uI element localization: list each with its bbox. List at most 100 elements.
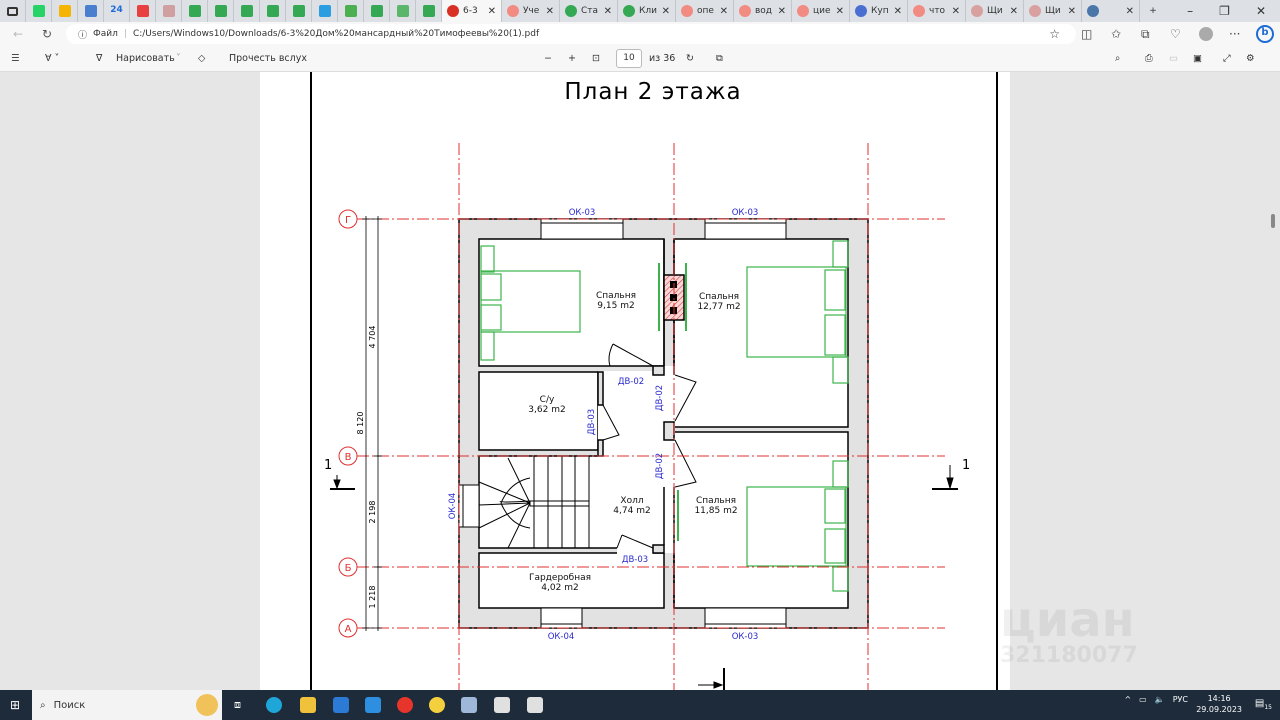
tab[interactable]: вод ✕ [734,0,792,22]
save-icon[interactable]: ▭ [1169,53,1178,64]
close-tab-icon[interactable]: ✕ [662,6,670,17]
close-tab-icon[interactable]: ✕ [778,6,786,17]
tab[interactable]: что ✕ [908,0,966,22]
address-bar[interactable]: ⓘ Файл | C:/Users/Windows10/Downloads/6-… [66,24,1076,44]
document-taskbar-icon[interactable] [461,697,477,713]
pinned-tab[interactable]: 24 [104,0,130,22]
restore-button[interactable]: ❐ [1219,4,1230,18]
red-circle-icon [136,5,149,17]
close-tab-icon[interactable]: ✕ [546,6,554,17]
close-tab-icon[interactable]: ✕ [1068,6,1076,17]
split-screen-icon[interactable]: ◫ [1081,27,1092,41]
favorites-icon[interactable]: ✩ [1111,27,1121,41]
pinned-tab[interactable] [130,0,156,22]
highlight-icon[interactable]: ∀ ˅ [45,53,59,64]
tray-chevron-icon[interactable]: ^ [1124,695,1131,704]
pinned-tab[interactable] [286,0,312,22]
collections-icon[interactable]: ⧉ [1141,27,1150,42]
tab[interactable]: Щи ✕ [1024,0,1082,22]
extensions-icon[interactable]: ♡ [1170,27,1181,41]
tab[interactable]: ✕ [1082,0,1140,22]
close-tab-icon[interactable]: ✕ [836,6,844,17]
bing-icon[interactable]: b [1256,25,1274,43]
close-tab-icon[interactable]: ✕ [488,6,496,17]
clock[interactable]: 14:16 29.09.2023 [1196,693,1242,715]
close-tab-icon[interactable]: ✕ [894,6,902,17]
fit-page-icon[interactable]: ⊡ [592,53,600,64]
close-tab-icon[interactable]: ✕ [1126,6,1134,17]
back-button[interactable]: ← [13,27,23,41]
pinned-tab[interactable] [416,0,442,22]
network-icon[interactable]: ▭ [1139,695,1147,704]
more-icon[interactable]: ··· [1229,27,1240,41]
yandex-taskbar-icon[interactable] [397,697,413,713]
tab[interactable]: Щи ✕ [966,0,1024,22]
pinned-tab[interactable] [234,0,260,22]
tab-active[interactable]: 6-3 ✕ [442,0,502,22]
page-view-icon[interactable]: ⧉ [716,53,723,64]
tab[interactable]: опе ✕ [676,0,734,22]
edge-taskbar-icon[interactable] [266,697,282,713]
doc-taskbar-icon[interactable] [527,697,543,713]
volume-icon[interactable]: 🔈 [1155,695,1165,704]
pinned-tab[interactable] [312,0,338,22]
language-indicator[interactable]: РУС [1173,695,1188,704]
draw-button[interactable]: Нарисовать [116,53,175,64]
scrollbar-thumb[interactable] [1271,214,1275,228]
tab[interactable]: Ста ✕ [560,0,618,22]
pinned-tab[interactable] [390,0,416,22]
notifications-icon[interactable]: ▤15 [1255,698,1272,711]
save-as-icon[interactable]: ▣ [1193,53,1202,64]
pinned-tab[interactable] [182,0,208,22]
zoom-out-button[interactable]: − [544,53,552,64]
print-icon[interactable]: ⎙ [1145,53,1153,64]
profile-avatar[interactable] [1199,27,1213,41]
eraser-icon[interactable]: ◇ [198,53,205,64]
pinned-tab[interactable] [208,0,234,22]
close-tab-icon[interactable]: ✕ [1010,6,1018,17]
pinned-tab[interactable] [338,0,364,22]
info-icon[interactable]: ⓘ [78,28,87,41]
read-aloud-button[interactable]: Прочесть вслух [229,53,307,64]
sheet-icon [266,5,279,17]
whatsapp-icon [32,5,45,17]
refresh-button[interactable]: ↻ [42,27,52,41]
start-button[interactable]: ⊞ [10,698,20,712]
pinned-tab[interactable] [260,0,286,22]
fullscreen-icon[interactable]: ⤢ [1223,53,1231,64]
page-number-input[interactable]: 10 [616,49,642,68]
zoom-in-button[interactable]: + [568,53,576,64]
ls-taskbar-icon[interactable] [494,697,510,713]
tab[interactable]: цие ✕ [792,0,850,22]
draw-icon[interactable]: ∇ [96,53,102,64]
close-tab-icon[interactable]: ✕ [720,6,728,17]
contents-icon[interactable]: ☰ [11,53,20,64]
store-taskbar-icon[interactable] [333,697,349,713]
pinned-tab[interactable] [364,0,390,22]
tab[interactable]: Кли ✕ [618,0,676,22]
tab[interactable]: Куп ✕ [850,0,908,22]
app-taskbar-icon[interactable] [429,697,445,713]
task-view-icon[interactable]: ⧈ [234,698,241,712]
tab[interactable]: Уче ✕ [502,0,560,22]
pinned-tab[interactable] [52,0,78,22]
taskbar-search[interactable]: ⌕ Поиск [32,690,222,720]
pinned-tab[interactable] [78,0,104,22]
sheet-icon [214,5,227,17]
gmail-icon [162,5,175,17]
pinned-tab[interactable] [26,0,52,22]
favorite-star-icon[interactable]: ☆ [1049,27,1060,41]
scrollbar[interactable] [1268,72,1278,690]
close-tab-icon[interactable]: ✕ [604,6,612,17]
tab-actions-button[interactable] [0,0,26,22]
new-tab-button[interactable]: + [1140,0,1166,22]
pinned-tab[interactable] [156,0,182,22]
mail-taskbar-icon[interactable] [365,697,381,713]
close-tab-icon[interactable]: ✕ [952,6,960,17]
minimize-button[interactable]: – [1187,4,1193,18]
explorer-taskbar-icon[interactable] [300,697,316,713]
search-icon[interactable]: ⌕ [1115,53,1120,64]
rotate-icon[interactable]: ↻ [686,53,694,64]
settings-icon[interactable]: ⚙ [1246,53,1255,64]
close-window-button[interactable]: ✕ [1256,4,1266,18]
